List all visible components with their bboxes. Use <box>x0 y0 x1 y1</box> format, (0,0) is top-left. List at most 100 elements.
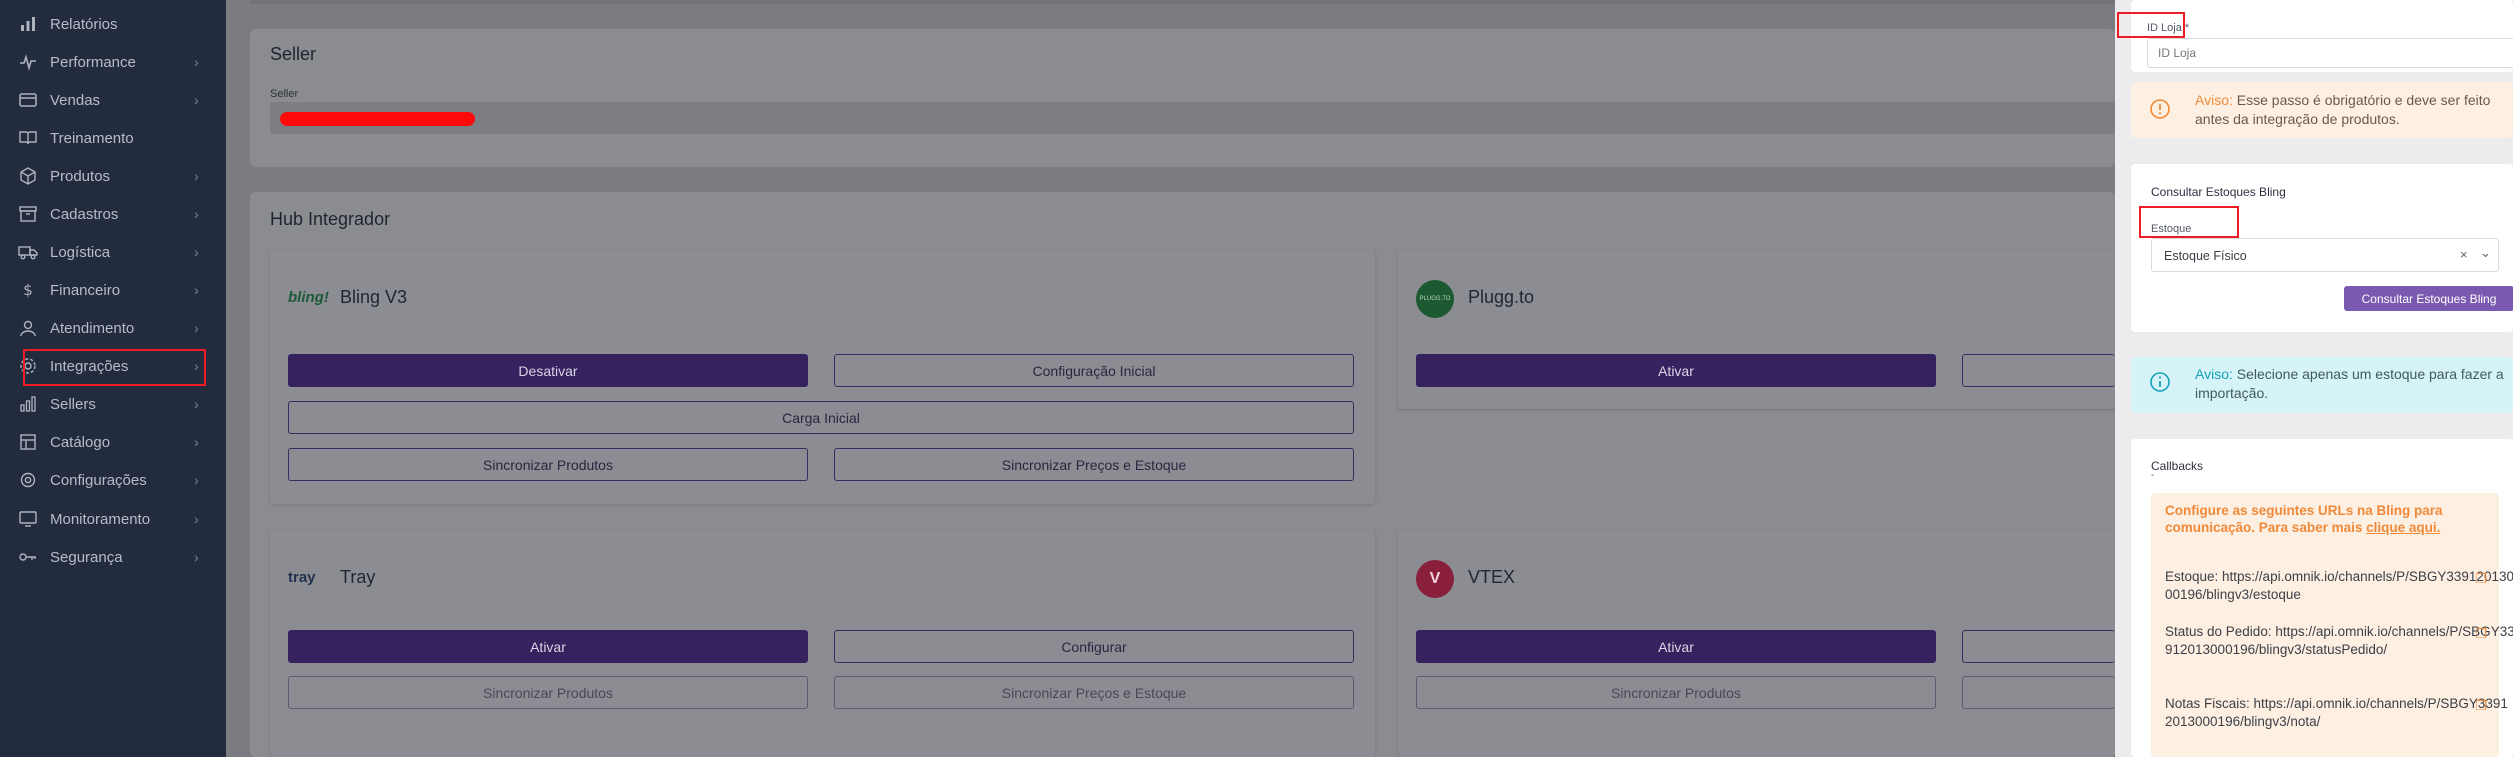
sidebar-item-cadastros[interactable]: Cadastros › <box>0 196 226 232</box>
key-icon <box>19 553 36 561</box>
truck-icon <box>18 246 38 260</box>
chevron-right-icon: › <box>194 472 199 488</box>
callback-url-text: Status do Pedido: https://api.omnik.io/c… <box>2165 624 2513 657</box>
callback-url-notas: Notas Fiscais: https://api.omnik.io/chan… <box>2165 695 2513 731</box>
tray-sync-precos-button[interactable]: Sincronizar Preços e Estoque <box>834 676 1354 709</box>
hub-card: Hub Integrador bling! Bling V3 Desativar… <box>250 192 2115 757</box>
archive-icon <box>19 206 37 222</box>
bling-sync-produtos-button[interactable]: Sincronizar Produtos <box>288 448 808 481</box>
bling-carga-button[interactable]: Carga Inicial <box>288 401 1354 434</box>
sidebar-item-label: Segurança <box>50 548 123 566</box>
sidebar-item-label: Atendimento <box>50 319 135 337</box>
vtex-sync-produtos-button[interactable]: Sincronizar Produtos <box>1416 676 1936 709</box>
monitor-icon <box>19 511 37 527</box>
chevron-right-icon: › <box>194 168 199 184</box>
bar-chart-icon <box>20 396 36 412</box>
tray-configurar-button[interactable]: Configurar <box>834 630 1354 663</box>
tray-sync-produtos-button[interactable]: Sincronizar Produtos <box>288 676 808 709</box>
sidebar-item-catalogo[interactable]: Catálogo › <box>0 424 226 460</box>
chevron-down-icon[interactable]: ⌄ <box>2480 245 2491 261</box>
pulse-icon <box>20 54 36 71</box>
sidebar-item-label: Catálogo <box>50 433 111 451</box>
sidebar-item-performance[interactable]: Performance › <box>0 44 226 80</box>
aviso-prefix: Aviso: <box>2195 92 2233 108</box>
integration-bling: bling! Bling V3 Desativar Configuração I… <box>270 249 1375 504</box>
callbacks-title: Callbacks <box>2151 459 2204 473</box>
plugg-config-button[interactable] <box>1962 354 2115 387</box>
chevron-right-icon: › <box>194 320 199 336</box>
callbacks-message: Configure as seguintes URLs na Bling par… <box>2165 502 2490 536</box>
copy-icon[interactable]: ❐ <box>2475 626 2487 642</box>
hub-card-title: Hub Integrador <box>270 209 391 229</box>
sidebar-item-label: Cadastros <box>50 205 119 223</box>
chevron-right-icon: › <box>194 549 199 565</box>
sidebar-item-relatorios[interactable]: Relatórios <box>0 6 226 42</box>
seller-card: Seller Seller <box>250 29 2115 167</box>
callbacks-card: Callbacks - Configure as seguintes URLs … <box>2131 439 2513 757</box>
consultar-estoques-button[interactable]: Consultar Estoques Bling <box>2344 286 2513 311</box>
aviso-obrigatorio-alert: Aviso: Esse passo é obrigatório e deve s… <box>2131 82 2513 138</box>
callback-url-status: Status do Pedido: https://api.omnik.io/c… <box>2165 623 2513 659</box>
info-circle-icon <box>2150 372 2170 392</box>
seller-field-label: Seller <box>270 88 299 100</box>
sidebar-item-produtos[interactable]: Produtos › <box>0 158 226 194</box>
vtex-sync-precos-button[interactable] <box>1962 676 2115 709</box>
copy-icon[interactable]: ❐ <box>2475 698 2487 714</box>
sidebar-item-treinamento[interactable]: Treinamento <box>0 120 226 156</box>
vtex-config-button[interactable] <box>1962 630 2115 663</box>
box-icon <box>20 167 36 185</box>
sidebar-item-vendas[interactable]: Vendas › <box>0 82 226 118</box>
id-loja-input[interactable] <box>2147 38 2513 68</box>
sidebar-item-logistica[interactable]: Logística › <box>0 234 226 270</box>
plugg-ativar-button[interactable]: Ativar <box>1416 354 1936 387</box>
seller-select[interactable] <box>270 102 2115 134</box>
sidebar-item-sellers[interactable]: Sellers › <box>0 386 226 422</box>
sidebar-item-atendimento[interactable]: Atendimento › <box>0 310 226 346</box>
chevron-right-icon: › <box>194 282 199 298</box>
chevron-right-icon: › <box>194 92 199 108</box>
svg-text:$: $ <box>23 281 33 299</box>
book-icon <box>19 131 37 145</box>
vtex-ativar-button[interactable]: Ativar <box>1416 630 1936 663</box>
bling-desativar-button[interactable]: Desativar <box>288 354 808 387</box>
seller-card-title: Seller <box>270 44 317 64</box>
clique-aqui-link[interactable]: clique aqui. <box>2366 520 2440 535</box>
plugg-logo: PLUGG.TO <box>1416 280 1454 318</box>
redaction-mark <box>280 112 475 126</box>
highlight-annotation <box>2117 12 2185 38</box>
sidebar-item-monitoramento[interactable]: Monitoramento › <box>0 501 226 537</box>
copy-icon[interactable]: ❐ <box>2475 571 2487 587</box>
highlight-annotation <box>2139 206 2239 238</box>
aviso-estoque-alert: Aviso: Selecione apenas um estoque para … <box>2131 357 2513 413</box>
bling-config-button[interactable]: Configuração Inicial <box>834 354 1354 387</box>
callback-url-text: Notas Fiscais: https://api.omnik.io/chan… <box>2165 696 2508 729</box>
user-headset-icon <box>20 320 36 337</box>
consultar-estoques-card: Consultar Estoques Bling Estoque Estoque… <box>2131 164 2513 332</box>
integration-plugg: PLUGG.TO Plugg.to Ativar <box>1398 249 2115 409</box>
vtex-logo: V <box>1416 560 1454 598</box>
page-header-remnant <box>250 0 2115 4</box>
bling-config-panel: ID Loja * Aviso: Esse passo é obrigatóri… <box>2115 0 2513 757</box>
sidebar-item-seguranca[interactable]: Segurança › <box>0 539 226 575</box>
tray-ativar-button[interactable]: Ativar <box>288 630 808 663</box>
sidebar-item-configuracoes[interactable]: Configurações › <box>0 462 226 498</box>
estoque-select[interactable]: Estoque Físico × ⌄ <box>2151 238 2499 272</box>
tray-logo: tray <box>288 569 316 586</box>
dollar-icon: $ <box>23 281 33 299</box>
chevron-right-icon: › <box>194 434 199 450</box>
clear-icon[interactable]: × <box>2460 247 2468 262</box>
integration-tray: tray Tray Ativar Configurar Sincronizar … <box>270 529 1375 757</box>
chevron-right-icon: › <box>194 511 199 527</box>
plugg-name: Plugg.to <box>1468 287 1535 307</box>
highlight-annotation <box>23 349 206 386</box>
catalog-icon <box>20 434 36 450</box>
bling-sync-precos-button[interactable]: Sincronizar Preços e Estoque <box>834 448 1354 481</box>
sidebar-item-financeiro[interactable]: $ Financeiro › <box>0 272 226 308</box>
chevron-right-icon: › <box>194 244 199 260</box>
callback-url-estoque: Estoque: https://api.omnik.io/channels/P… <box>2165 568 2513 604</box>
chevron-right-icon: › <box>194 206 199 222</box>
chevron-right-icon: › <box>194 396 199 412</box>
sidebar-item-label: Performance <box>50 53 136 71</box>
sidebar-item-label: Produtos <box>50 167 111 185</box>
warning-circle-icon <box>2150 99 2170 119</box>
